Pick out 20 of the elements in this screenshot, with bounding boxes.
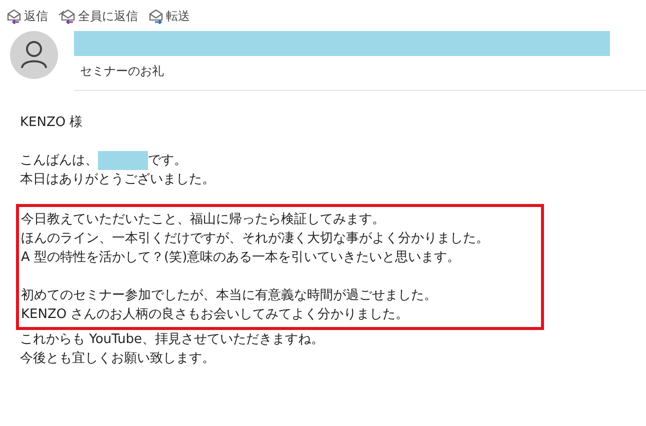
forward-button[interactable]: 転送 [148, 7, 190, 25]
body-text: 本日はありがとうございました。 [20, 171, 216, 189]
subject-text: セミナーのお礼 [79, 63, 165, 80]
reply-all-icon [58, 8, 76, 24]
greeting-text: です。 [148, 152, 187, 170]
body-text: ほんのライン、一本引くだけですが、それが凄く大切な事がよく分かりました。 [21, 230, 490, 248]
body-text: 初めてのセミナー参加でしたが、本当に有意義な時間が過ごせました。 [21, 287, 438, 305]
person-icon [21, 41, 47, 69]
reply-icon [6, 8, 22, 24]
reply-all-button[interactable]: 全員に返信 [58, 7, 138, 25]
forward-icon [148, 8, 164, 24]
greeting-text: こんばんは、 [20, 152, 98, 170]
body-text: A 型の特性を活かして？(笑)意味のある一本を引いていきたいと思います。 [21, 249, 462, 267]
body-text: 今後とも宜しくお願い致します。 [20, 350, 216, 368]
reply-button[interactable]: 返信 [6, 7, 48, 25]
body-text: これからも YouTube、拝見させていただきますね。 [20, 331, 325, 349]
redaction-bar [98, 151, 148, 170]
body-text: 今日教えていただいたこと、福山に帰ったら検証してみます。 [21, 211, 386, 229]
body-text: KENZO さんのお人柄の良さもお会いしてみてよく分かりました。 [21, 306, 410, 324]
salutation-text: KENZO 様 [20, 114, 84, 132]
